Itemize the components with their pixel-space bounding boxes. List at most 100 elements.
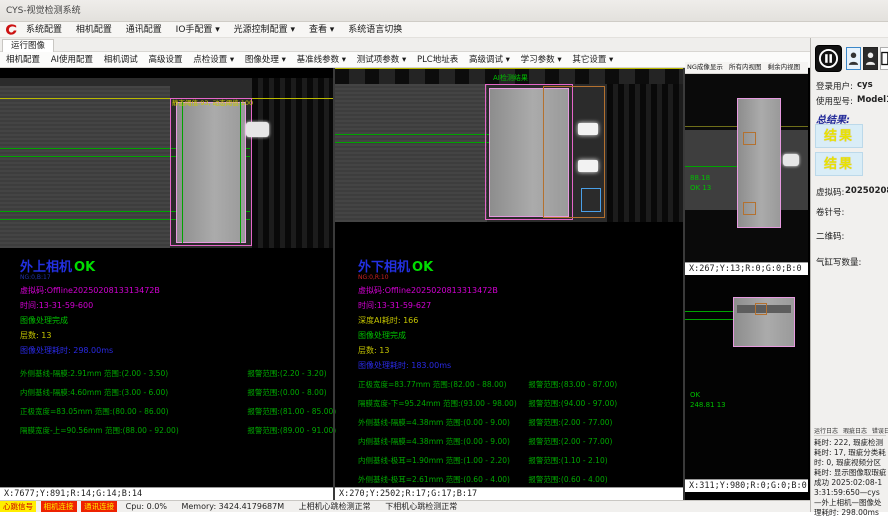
- measurement-row: 隔膜宽度-下=95.24mm 范围:(93.00 - 98.00) 报警范围:(…: [358, 398, 678, 409]
- user-icon: [865, 51, 876, 66]
- menu-items: 系统配置 相机配置 通讯配置 IO手配置 ▾ 光源控制配置 ▾ 查看 ▾ 系统语…: [26, 22, 413, 38]
- side1-coord-bar: X:267;Y:13;R:0;G:0;B:0: [685, 262, 808, 275]
- left-cell-region: [176, 102, 246, 243]
- side-views-column: NG成像显示 所有内视图 剩余内视图 88.18 OK 13 X:267;Y:1…: [685, 68, 808, 500]
- left-threshold-label: 静态阈值:93, 动态阈值:100: [172, 99, 253, 107]
- left-tab-blob: [246, 122, 269, 137]
- tab-run-image[interactable]: 运行图像: [2, 39, 54, 52]
- measurement-row: 外侧基线-极耳=2.61mm 范围:(0.60 - 4.00) 报警范围:(0.…: [358, 474, 678, 485]
- pause-button[interactable]: [815, 45, 842, 72]
- side-camera-image-1[interactable]: 88.18 OK 13: [685, 74, 808, 262]
- measurement-row: 正极宽度=83.05mm 范围:(80.00 - 86.00) 报警范围:(81…: [20, 406, 325, 417]
- virtual-code-label: 虚拟码:: [816, 186, 844, 198]
- left-time: 时间:13-31-59-600: [20, 300, 325, 311]
- left-camera-panel: 静态阈值:93, 动态阈值:100 外上相机OK NG:0,B:17 虚拟码:O…: [0, 68, 333, 500]
- log-tab-error[interactable]: 错误日志: [872, 428, 888, 435]
- middle-time: 时间:13-31-59-627: [358, 300, 678, 311]
- user-badge-button[interactable]: [846, 47, 861, 70]
- side-tab-ng-display[interactable]: NG成像显示: [687, 63, 723, 71]
- cylinder-count-label: 气缸写数量:: [816, 256, 861, 268]
- window-title: CYS-视觉检测系统: [6, 6, 81, 16]
- upper-camera-heartbeat: 上相机心跳检测正常: [299, 502, 371, 511]
- heartbeat-badge: 心跳信号: [0, 501, 36, 512]
- left-process-done: 图像处理完成: [20, 315, 325, 326]
- menu-camera-config[interactable]: 相机配置: [76, 25, 112, 35]
- side-tab-all-inner[interactable]: 所有内视图: [729, 63, 762, 71]
- left-status-ok: OK: [74, 260, 95, 275]
- status-bar: 心跳信号 相机连接 通讯连接 Cpu: 0.0% Memory: 3424.41…: [0, 500, 810, 512]
- comm-link-badge: 通讯连接: [81, 501, 117, 512]
- tool-camera-debug[interactable]: 相机调试: [104, 55, 138, 65]
- middle-status-ok: OK: [412, 260, 433, 275]
- tool-test-params[interactable]: 测试项参数 ▾: [357, 55, 406, 65]
- middle-ai-time: 深度AI耗时: 166: [358, 315, 678, 326]
- middle-coord-bar: X:270;Y:2502;R:17;G:17;B:17: [335, 487, 683, 500]
- measurement-row: 隔膜宽度-上=90.56mm 范围:(88.00 - 92.00) 报警范围:(…: [20, 425, 325, 436]
- main-view-area: 静态阈值:93, 动态阈值:100 外上相机OK NG:0,B:17 虚拟码:O…: [0, 68, 810, 500]
- menu-language-switch[interactable]: 系统语言切换: [348, 25, 402, 35]
- login-user-value: cys: [857, 80, 873, 90]
- pause-icon: [818, 48, 839, 69]
- middle-virtual-code: 虚拟码:Offline2025020813313472B: [358, 285, 678, 296]
- log-text[interactable]: 耗时: 222, 瑕疵检测耗时: 17, 瑕疵分类耗时: 0, 瑕疵视频分区耗时…: [814, 438, 887, 508]
- left-process-time: 图像处理耗时: 298.00ms: [20, 345, 325, 356]
- tool-learning-params[interactable]: 学习参数 ▾: [521, 55, 562, 65]
- tool-baseline-params[interactable]: 基准线参数 ▾: [297, 55, 346, 65]
- log-tab-run[interactable]: 运行日志: [814, 428, 838, 435]
- middle-layer-count: 层数: 13: [358, 345, 678, 356]
- middle-result-subtitle: NG:0,R:10: [358, 274, 678, 281]
- middle-result-block: 外下相机OK NG:0,R:10 虚拟码:Offline202502081331…: [358, 256, 678, 493]
- middle-measurements: 正极宽度=83.77mm 范围:(82.00 - 88.00) 报警范围:(83…: [358, 379, 678, 485]
- model-value[interactable]: Model1: [857, 95, 888, 105]
- tool-other-settings[interactable]: 其它设置 ▾: [572, 55, 613, 65]
- middle-detect-rect: [581, 188, 601, 212]
- tool-ai-config[interactable]: AI使用配置: [51, 55, 93, 65]
- exit-door-icon: [881, 51, 888, 66]
- menu-comm-config[interactable]: 通讯配置: [126, 25, 162, 35]
- middle-process-done: 图像处理完成: [358, 330, 678, 341]
- menu-bar: 系统配置 相机配置 通讯配置 IO手配置 ▾ 光源控制配置 ▾ 查看 ▾ 系统语…: [0, 22, 888, 38]
- qr-label: 二维码:: [816, 230, 844, 242]
- measurement-row: 内侧基线-隔膜:4.60mm 范围:(3.00 - 6.00) 报警范围:(0.…: [20, 387, 325, 398]
- camera-link-badge: 相机连接: [41, 501, 77, 512]
- middle-highlight-spot: [578, 123, 598, 135]
- side-view-tabs: NG成像显示 所有内视图 剩余内视图: [685, 62, 808, 74]
- user-badge-icon: [848, 51, 859, 66]
- menu-view[interactable]: 查看 ▾: [309, 25, 334, 35]
- model-label: 使用型号:: [816, 95, 853, 107]
- tool-image-processing[interactable]: 图像处理 ▾: [245, 55, 286, 65]
- side-camera-image-2[interactable]: OK 248.81 13: [685, 275, 808, 479]
- tool-spot-check[interactable]: 点检设置 ▾: [193, 55, 234, 65]
- middle-camera-image[interactable]: AI检测结果: [335, 68, 683, 222]
- left-coord-bar: X:7677;Y:891;R:14;G:14;B:14: [0, 487, 333, 500]
- user-dark-button[interactable]: [863, 47, 878, 70]
- exit-button[interactable]: [880, 47, 888, 70]
- tool-camera-config[interactable]: 相机配置: [6, 55, 40, 65]
- tool-advanced-settings[interactable]: 高级设置: [148, 55, 182, 65]
- menu-light-config[interactable]: 光源控制配置 ▾: [234, 25, 295, 35]
- memory-usage: Memory: 3424.4179687M: [181, 502, 284, 511]
- side2-detect-square: [755, 303, 767, 315]
- measurement-row: 正极宽度=83.77mm 范围:(82.00 - 88.00) 报警范围:(83…: [358, 379, 678, 390]
- left-camera-title: 外上相机OK: [20, 256, 325, 275]
- menu-io-config[interactable]: IO手配置 ▾: [176, 25, 220, 35]
- side2-coord-bar: X:311;Y:980;R:0;G:0;B:0: [685, 479, 808, 492]
- left-measurements: 外侧基线-隔膜:2.91mm 范围:(2.00 - 3.50) 报警范围:(2.…: [20, 368, 325, 436]
- middle-highlight-spot: [578, 160, 598, 172]
- tool-plc-table[interactable]: PLC地址表: [417, 55, 458, 65]
- tool-advanced-debug[interactable]: 高级调试 ▾: [469, 55, 510, 65]
- side1-detect-square: [743, 132, 756, 145]
- left-result-block: 外上相机OK NG:0,B:17 虚拟码:Offline202502081331…: [20, 256, 325, 444]
- login-user-label: 登录用户:: [816, 80, 853, 92]
- menu-system-config[interactable]: 系统配置: [26, 25, 62, 35]
- control-panel: 登录用户: cys 使用型号: Model1 总结果: 结果 结果 虚拟码: 2…: [810, 38, 888, 512]
- left-camera-image[interactable]: 静态阈值:93, 动态阈值:100: [0, 78, 333, 248]
- measurement-row: 内侧基线-隔膜=4.38mm 范围:(0.00 - 9.00) 报警范围:(2.…: [358, 436, 678, 447]
- virtual-code-value: 20250208: [845, 186, 888, 196]
- tab-strip: 运行图像: [0, 38, 810, 52]
- log-tab-defect[interactable]: 瑕疵日志: [843, 428, 867, 435]
- side-tab-rest-inner[interactable]: 剩余内视图: [768, 63, 801, 71]
- middle-process-time: 图像处理耗时: 183.00ms: [358, 360, 678, 371]
- result-box-2: 结果: [815, 152, 863, 176]
- toolbar-items: 相机配置 AI使用配置 相机调试 高级设置 点检设置 ▾ 图像处理 ▾ 基准线参…: [6, 52, 621, 68]
